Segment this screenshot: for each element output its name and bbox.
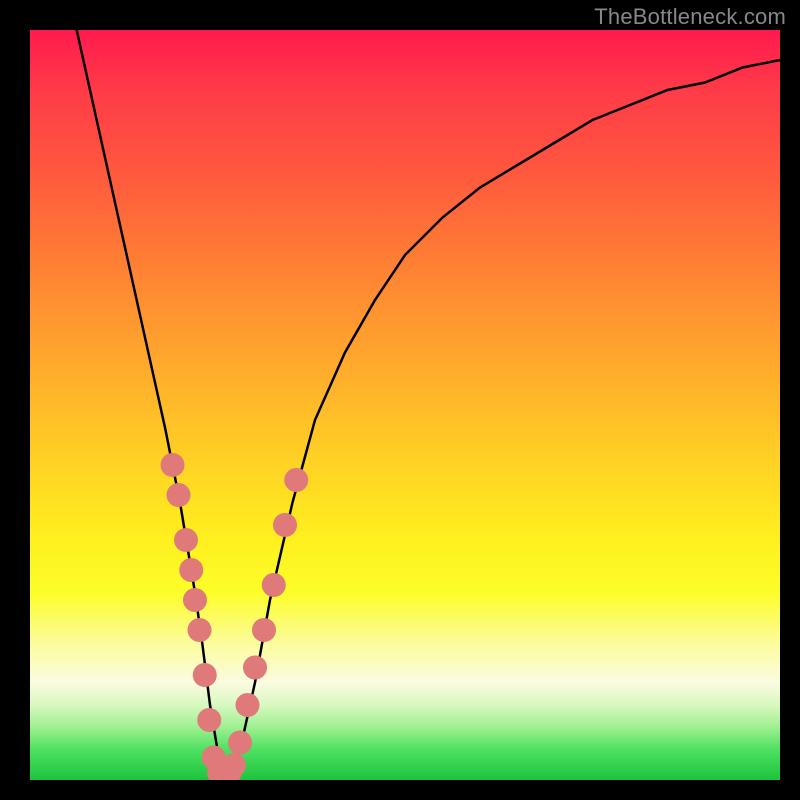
data-dot (179, 558, 203, 582)
data-dot (243, 656, 267, 680)
data-dot (193, 663, 217, 687)
data-dot (174, 528, 198, 552)
data-dot (252, 618, 276, 642)
data-dot (222, 753, 246, 777)
data-dot (284, 468, 308, 492)
data-dot (197, 708, 221, 732)
chart-svg (30, 30, 780, 780)
data-dot (188, 618, 212, 642)
data-dot (183, 588, 207, 612)
chart-area (30, 30, 780, 780)
curve-line (75, 30, 780, 773)
data-dot (236, 693, 260, 717)
data-dot (167, 483, 191, 507)
watermark-text: TheBottleneck.com (594, 4, 786, 30)
data-dot (228, 731, 252, 755)
data-dot (161, 453, 185, 477)
curve-dots (161, 453, 309, 780)
data-dot (262, 573, 286, 597)
data-dot (273, 513, 297, 537)
bottleneck-curve (75, 30, 780, 773)
